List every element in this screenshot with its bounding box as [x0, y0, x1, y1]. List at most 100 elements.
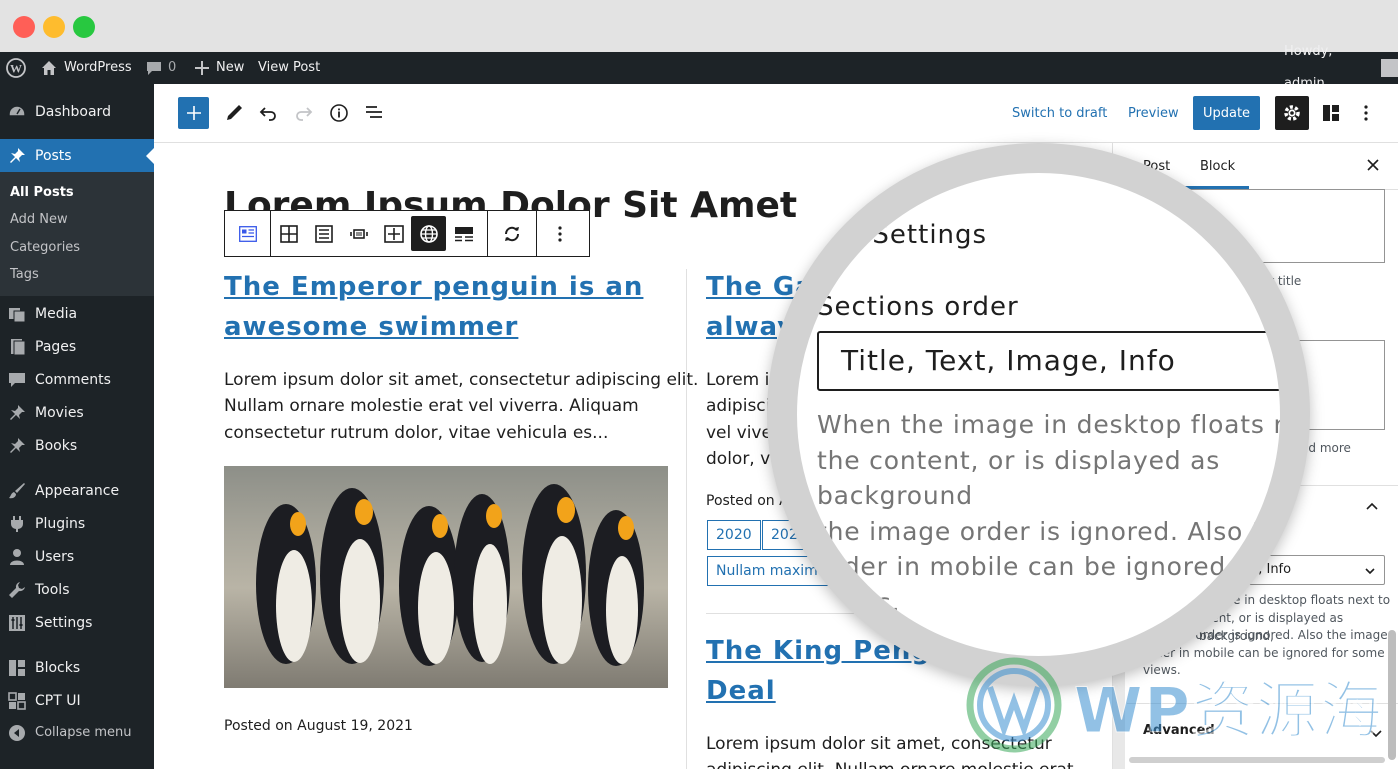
magnifier-overlay: uer Settings Sections order Title, Text,…	[767, 143, 1310, 686]
help-line: the image order is ignored. Also the ima…	[817, 516, 1296, 546]
refresh-icon	[504, 226, 520, 241]
wrench-icon	[9, 581, 25, 598]
pencil-icon	[227, 105, 242, 120]
globe-button[interactable]	[411, 216, 446, 251]
undo-button[interactable]	[252, 97, 284, 129]
brush-icon	[9, 482, 25, 498]
sidebar-item-label: Plugins	[35, 515, 86, 532]
block-options-button[interactable]	[537, 216, 583, 251]
submenu-tags[interactable]: Tags	[10, 267, 39, 282]
sidebar-item-dashboard[interactable]: Dashboard	[0, 95, 154, 128]
align-layout-button[interactable]	[376, 216, 411, 251]
help-line: the content, or is displayed as backgrou…	[817, 445, 1221, 511]
magnified-sections-select[interactable]: Title, Text, Image, Info	[817, 331, 1280, 391]
globe-icon	[419, 224, 438, 243]
sidebar-item-users[interactable]: Users	[0, 540, 154, 573]
sidebar-item-label: Posts	[35, 147, 72, 164]
sidebar-item-label: Collapse menu	[35, 725, 132, 740]
submenu-add-new[interactable]: Add New	[10, 212, 68, 227]
sidebar-item-label: Settings	[35, 614, 93, 631]
update-button[interactable]: Update	[1193, 96, 1260, 130]
inserter-button[interactable]	[178, 97, 209, 129]
list-view-button[interactable]	[358, 97, 390, 129]
plus-icon	[186, 106, 201, 120]
block-type-button[interactable]	[225, 216, 270, 251]
sidebar-item-media[interactable]: Media	[0, 297, 154, 330]
sidebar-item-comments[interactable]: Comments	[0, 363, 154, 396]
sidebar-item-movies[interactable]: Movies	[0, 396, 154, 429]
submenu-categories[interactable]: Categories	[10, 240, 80, 255]
site-name-link[interactable]: WordPress	[40, 52, 132, 84]
post-date: Posted on August 19, 2021	[224, 718, 413, 734]
chevron-down-icon	[1365, 568, 1375, 575]
submenu-all-posts[interactable]: All Posts	[10, 185, 74, 200]
grid-icon	[279, 224, 298, 243]
plus-icon	[195, 61, 209, 75]
plugin-sidebar-button[interactable]	[1318, 97, 1344, 129]
account-menu[interactable]: Howdy, admin	[1284, 44, 1398, 91]
settings-toggle-button[interactable]	[1275, 96, 1309, 130]
sidebar-item-plugins[interactable]: Plugins	[0, 507, 154, 540]
sidebar-item-appearance[interactable]: Appearance	[0, 474, 154, 507]
redo-icon	[296, 107, 313, 121]
redo-button[interactable]	[288, 97, 320, 129]
post-heading-line[interactable]: The Emperor penguin is an	[224, 267, 643, 307]
layout-icon	[1323, 105, 1339, 121]
avatar	[1380, 59, 1398, 77]
sidebar-item-label: Blocks	[35, 659, 81, 676]
comments-link[interactable]: 0	[146, 52, 176, 84]
post-heading-line[interactable]: Deal	[706, 671, 776, 711]
info-icon	[330, 104, 348, 122]
view-post-link[interactable]: View Post	[258, 52, 320, 84]
columns-button[interactable]	[446, 216, 481, 251]
refresh-button[interactable]	[488, 216, 536, 251]
panel-scrollbar-thumb[interactable]	[1388, 630, 1396, 760]
chevron-down-icon	[1279, 359, 1280, 361]
wordpress-logo-icon[interactable]: W	[6, 52, 26, 84]
help-line: When the image in desktop floats next to	[817, 410, 1306, 439]
sidebar-item-label: CPT UI	[35, 692, 81, 709]
view-post-label: View Post	[258, 60, 321, 75]
sidebar-item-tools[interactable]: Tools	[0, 573, 154, 606]
post-heading-line[interactable]: awesome swimmer	[224, 307, 518, 347]
close-window-button[interactable]	[13, 16, 35, 38]
media-icon	[9, 307, 26, 322]
list-layout-button[interactable]	[306, 216, 341, 251]
close-panel-button[interactable]	[1365, 157, 1381, 173]
new-content-link[interactable]: New	[194, 52, 244, 84]
settings-icon	[9, 614, 25, 631]
post-tag[interactable]: 2020	[707, 520, 761, 550]
close-icon	[1367, 159, 1379, 171]
undo-icon	[259, 107, 276, 121]
sidebar-item-posts[interactable]: Posts	[0, 139, 154, 172]
sidebar-item-label: Books	[35, 437, 78, 454]
tab-block[interactable]: Block	[1200, 159, 1235, 174]
grid-layout-button[interactable]	[271, 216, 306, 251]
collapse-icon	[9, 724, 25, 741]
minimize-window-button[interactable]	[43, 16, 65, 38]
tools-button[interactable]	[218, 97, 250, 129]
column-divider	[686, 269, 687, 769]
posts-block-icon	[238, 225, 257, 242]
pin-icon	[10, 437, 25, 453]
sidebar-item-pages[interactable]: Pages	[0, 330, 154, 363]
comments-icon	[9, 372, 25, 387]
sidebar-item-blocks[interactable]: Blocks	[0, 651, 154, 684]
sidebar-item-cpt-ui[interactable]: CPT UI	[0, 684, 154, 717]
collapse-menu-button[interactable]: Collapse menu	[0, 716, 154, 749]
sidebar-item-label: Appearance	[35, 482, 120, 499]
sidebar-item-books[interactable]: Books	[0, 429, 154, 462]
sidebar-item-settings[interactable]: Settings	[0, 606, 154, 639]
preview-button[interactable]: Preview	[1128, 97, 1179, 129]
switch-to-draft-button[interactable]: Switch to draft	[1012, 97, 1107, 129]
options-menu-button[interactable]	[1354, 97, 1378, 129]
section-toggle-button[interactable]	[1365, 499, 1379, 513]
zoom-window-button[interactable]	[73, 16, 95, 38]
pin-icon	[10, 404, 25, 420]
post-excerpt-line: Nullam ornare molestie erat vel viverra.…	[224, 396, 639, 416]
sidebar-item-label: Movies	[35, 404, 84, 421]
sidebar-item-label: Users	[35, 548, 75, 565]
carousel-layout-button[interactable]	[341, 216, 376, 251]
details-button[interactable]	[323, 97, 355, 129]
sidebar-item-label: Pages	[35, 338, 77, 355]
